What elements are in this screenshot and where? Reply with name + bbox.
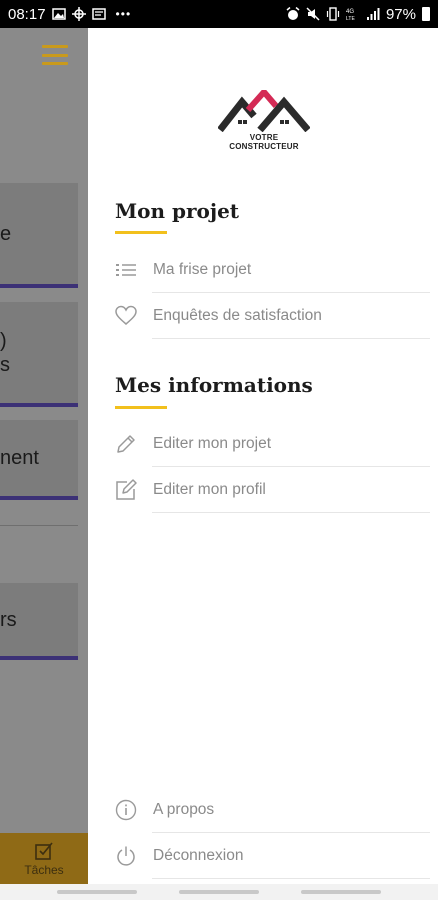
card-underline — [0, 284, 78, 288]
battery-icon — [422, 7, 430, 21]
status-overflow: ••• — [115, 7, 132, 21]
nav-back-button[interactable] — [301, 890, 381, 894]
card-underline — [0, 403, 78, 407]
menu-item-label: Enquêtes de satisfaction — [153, 307, 322, 324]
dashboard-card[interactable]: e — [0, 183, 78, 288]
status-time: 08:17 — [8, 5, 46, 23]
menu-item-editer-mon-profil[interactable]: Editer mon profil — [88, 467, 438, 513]
signal-icon — [366, 7, 380, 21]
list-icon — [114, 258, 138, 282]
gallery-icon — [51, 7, 66, 21]
divider — [152, 878, 430, 879]
info-icon — [114, 798, 138, 822]
card-underline — [0, 496, 78, 500]
svg-text:LTE: LTE — [346, 16, 355, 21]
divider — [152, 512, 430, 513]
tab-taches[interactable]: Tâches — [0, 833, 88, 884]
power-icon — [114, 844, 138, 868]
navigation-drawer: VOTRE CONSTRUCTEUR Mon projet Ma frise p… — [88, 28, 438, 884]
hamburger-menu-icon[interactable] — [42, 45, 68, 65]
background-app[interactable]: e ) s nent rs Tâches — [0, 28, 88, 884]
crosshair-icon — [71, 7, 86, 21]
edit-square-icon — [114, 478, 138, 502]
roof-logo-icon — [218, 90, 310, 132]
system-navigation-bar — [0, 884, 438, 900]
mute-icon — [306, 7, 320, 21]
dashboard-card[interactable]: nent — [0, 420, 78, 500]
tab-label: Tâches — [24, 862, 64, 877]
menu-item-label: Ma frise projet — [153, 261, 252, 278]
menu-item-enquetes-de-satisfaction[interactable]: Enquêtes de satisfaction — [88, 293, 438, 339]
dashboard-card[interactable]: rs — [0, 583, 78, 660]
menu-item-editer-mon-projet[interactable]: Editer mon projet — [88, 421, 438, 467]
svg-text:4G: 4G — [346, 9, 354, 15]
menu-item-label: Editer mon projet — [153, 435, 272, 452]
lte-icon: 4G LTE — [346, 7, 360, 21]
nav-recents-button[interactable] — [57, 890, 137, 894]
task-check-icon — [34, 841, 54, 863]
menu-item-a-propos[interactable]: A propos — [88, 787, 438, 833]
status-bar: 08:17 ••• 4G LTE 97% — [0, 0, 438, 28]
alarm-icon — [286, 7, 300, 21]
mail-icon — [91, 7, 106, 21]
menu-item-label: A propos — [153, 801, 215, 818]
pencil-icon — [114, 432, 138, 456]
company-logo: VOTRE CONSTRUCTEUR — [218, 90, 310, 151]
dashboard-card[interactable]: ) s — [0, 302, 78, 407]
section-title-mon-projet: Mon projet — [115, 199, 240, 223]
menu-item-label: Editer mon profil — [153, 481, 266, 498]
menu-item-ma-frise-projet[interactable]: Ma frise projet — [88, 247, 438, 293]
divider — [0, 525, 78, 526]
card-underline — [0, 656, 78, 660]
menu-item-deconnexion[interactable]: Déconnexion — [88, 833, 438, 879]
section-underline — [115, 406, 167, 409]
logo-text: VOTRE CONSTRUCTEUR — [229, 133, 299, 151]
nav-home-button[interactable] — [179, 890, 259, 894]
section-title-mes-informations: Mes informations — [115, 373, 313, 397]
heart-icon — [114, 304, 138, 328]
vibrate-icon — [326, 7, 340, 21]
app-header — [0, 28, 88, 84]
menu-item-label: Déconnexion — [153, 847, 244, 864]
battery-level: 97% — [385, 5, 416, 23]
section-underline — [115, 231, 167, 234]
divider — [152, 338, 430, 339]
